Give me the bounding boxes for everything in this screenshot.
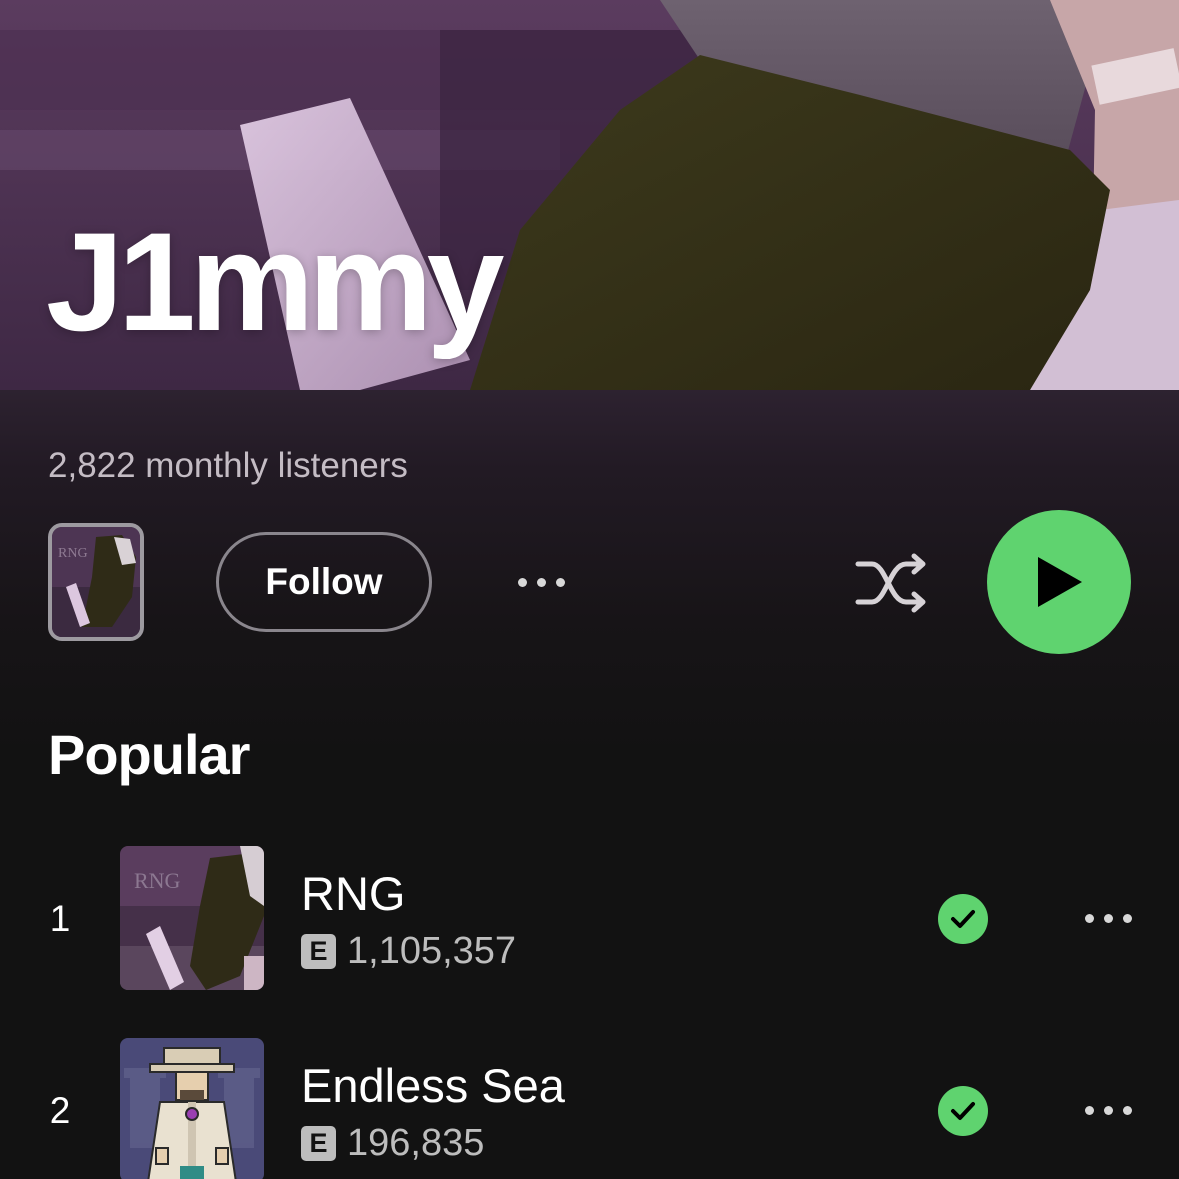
track-artwork: RNG [120, 846, 264, 990]
track-artwork-image [120, 1038, 264, 1179]
check-circle-icon [951, 1102, 975, 1120]
track-title: Endless Sea [301, 1059, 565, 1112]
more-options-icon [1080, 913, 1137, 923]
saved-check-button[interactable] [938, 894, 988, 944]
artist-name: J1mmy [46, 203, 505, 360]
track-artwork-text: RNG [134, 868, 181, 893]
play-button[interactable] [987, 510, 1131, 654]
track-row[interactable]: 1 RNG RNG E 1,105,357 [0, 846, 1179, 996]
saved-check-button[interactable] [938, 1086, 988, 1136]
track-rank: 1 [49, 898, 71, 939]
track-play-count: 1,105,357 [347, 930, 517, 972]
track-more-options-button[interactable] [1078, 1090, 1138, 1130]
more-options-button[interactable] [506, 560, 576, 604]
cover-thumbnail-text: RNG [58, 546, 88, 561]
more-options-icon [1080, 1105, 1137, 1115]
explicit-badge: E [301, 1126, 336, 1161]
shuffle-icon [855, 553, 926, 613]
more-options-icon [513, 577, 570, 587]
track-title: RNG [301, 867, 406, 920]
artist-cover-thumbnail[interactable]: RNG [48, 523, 144, 641]
track-artwork-image: RNG [120, 846, 264, 990]
explicit-badge: E [301, 934, 336, 969]
follow-button[interactable]: Follow [216, 532, 432, 632]
check-circle-icon [951, 910, 975, 928]
track-artwork [120, 1038, 264, 1179]
artist-hero-banner: J1mmy [0, 0, 1179, 390]
track-more-options-button[interactable] [1078, 898, 1138, 938]
track-row[interactable]: 2 Endless Sea E 196,835 [0, 1038, 1179, 1179]
track-rank: 2 [49, 1090, 71, 1131]
cover-thumbnail-art: RNG [52, 527, 140, 637]
monthly-listeners: 2,822 monthly listeners [48, 446, 408, 485]
play-icon [1038, 557, 1082, 607]
popular-section-title: Popular [48, 723, 250, 786]
track-play-count: 196,835 [347, 1122, 485, 1164]
shuffle-button[interactable] [852, 548, 932, 618]
artist-page: J1mmy 2,822 monthly listeners RNG Follow [0, 0, 1179, 1179]
